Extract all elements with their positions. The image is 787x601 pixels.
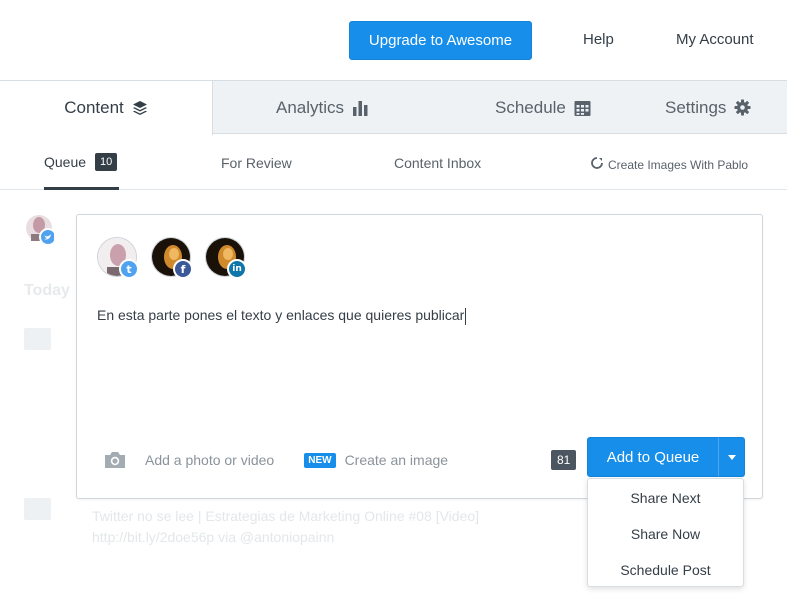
pablo-label: Create Images With Pablo	[608, 157, 749, 172]
new-badge: NEW	[304, 452, 336, 468]
help-link[interactable]: Help	[583, 31, 614, 48]
image-placeholder-icon	[24, 498, 51, 520]
profile-linkedin[interactable]: in	[205, 237, 249, 281]
camera-icon[interactable]	[103, 451, 127, 469]
add-photo-video-button[interactable]: Add a photo or video	[145, 452, 274, 468]
character-count: 81	[551, 450, 577, 470]
background-post-text: Twitter no se lee | Estrategias de Marke…	[92, 506, 552, 548]
layers-icon	[132, 100, 148, 116]
subtab-content-inbox[interactable]: Content Inbox	[394, 155, 481, 171]
linkedin-icon: in	[227, 259, 247, 279]
queue-count-badge: 10	[95, 153, 118, 171]
background-post-link: http://bit.ly/2doe56p via @antoniopainn	[92, 529, 335, 545]
post-composer: t f in En esta parte pones el texto y en…	[76, 214, 763, 499]
today-label: Today	[24, 282, 70, 299]
bar-chart-icon	[352, 100, 369, 116]
top-header: Upgrade to Awesome Help My Account	[0, 0, 787, 81]
active-tab-underline	[44, 187, 119, 190]
upgrade-button[interactable]: Upgrade to Awesome	[349, 21, 532, 60]
compose-textarea[interactable]: En esta parte pones el texto y enlaces q…	[97, 307, 467, 325]
avatar[interactable]	[26, 214, 57, 246]
text-caret	[465, 307, 467, 325]
tab-settings[interactable]: Settings	[665, 81, 751, 134]
profile-twitter[interactable]: t	[97, 237, 141, 281]
profile-selector: t f in	[97, 237, 259, 281]
menu-item-schedule-post[interactable]: Schedule Post	[588, 562, 743, 578]
calendar-icon	[574, 100, 591, 116]
tab-content-label: Content	[64, 98, 124, 117]
gear-icon	[734, 99, 751, 116]
pablo-icon	[591, 157, 603, 172]
profile-facebook[interactable]: f	[151, 237, 195, 281]
tab-schedule-label: Schedule	[495, 97, 566, 117]
create-images-pablo-link[interactable]: Create Images With Pablo	[591, 157, 748, 172]
menu-item-share-now[interactable]: Share Now	[588, 526, 743, 542]
tab-settings-label: Settings	[665, 97, 727, 117]
tab-analytics-label: Analytics	[276, 97, 345, 117]
chevron-down-icon	[727, 454, 736, 460]
content-subtabs: Queue 10 For Review Content Inbox Create…	[0, 134, 787, 190]
twitter-icon: t	[119, 259, 139, 279]
menu-item-share-next[interactable]: Share Next	[588, 490, 743, 506]
media-row: Add a photo or video NEW Create an image	[103, 451, 448, 469]
compose-text-value: En esta parte pones el texto y enlaces q…	[97, 307, 465, 323]
image-placeholder-icon	[24, 328, 51, 350]
create-image-button[interactable]: Create an image	[345, 452, 449, 468]
queue-options-menu: Share Next Share Now Schedule Post	[587, 478, 744, 587]
queue-options-toggle[interactable]	[718, 437, 745, 477]
add-to-queue-button[interactable]: Add to Queue	[587, 437, 719, 477]
subtab-for-review[interactable]: For Review	[221, 155, 292, 171]
my-account-link[interactable]: My Account	[676, 31, 754, 48]
tab-schedule[interactable]: Schedule	[495, 81, 591, 134]
facebook-icon: f	[173, 259, 193, 279]
tab-content[interactable]: Content	[0, 81, 213, 135]
subtab-queue[interactable]: Queue 10	[44, 153, 119, 190]
background-post-line: Twitter no se lee | Estrategias de Marke…	[92, 508, 480, 524]
subtab-queue-label: Queue	[44, 154, 87, 170]
tab-analytics[interactable]: Analytics	[276, 81, 369, 134]
main-tabs: Content Analytics Schedule Settings	[0, 81, 787, 135]
